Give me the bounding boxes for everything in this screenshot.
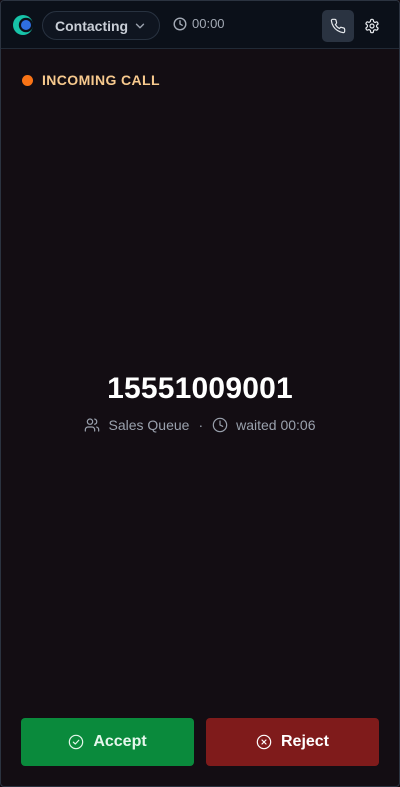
reject-button[interactable]: Reject <box>206 718 379 766</box>
phone-button[interactable] <box>322 10 354 42</box>
app-logo-icon <box>13 15 34 35</box>
call-meta: Sales Queue · waited 00:06 <box>1 417 399 433</box>
gear-icon <box>365 18 379 34</box>
accept-button[interactable]: Accept <box>21 718 194 766</box>
waited-time: waited 00:06 <box>236 417 316 433</box>
status-timer: 00:00 <box>173 16 225 31</box>
queue-name: Sales Queue <box>108 417 190 433</box>
x-circle-icon <box>256 734 272 750</box>
call-state-label: INCOMING CALL <box>42 72 160 88</box>
call-state-indicator: INCOMING CALL <box>22 72 160 88</box>
phone-icon <box>330 18 346 34</box>
clock-icon <box>212 417 228 433</box>
agent-status-label: Contacting <box>55 17 129 34</box>
softphone-window: Contacting 00:00 INCOMING CALL 155510090… <box>0 0 400 787</box>
top-bar: Contacting 00:00 <box>1 1 399 49</box>
caller-number: 15551009001 <box>107 372 293 405</box>
check-circle-icon <box>69 734 84 750</box>
chevron-down-icon <box>135 23 145 29</box>
call-state-dot <box>22 74 33 86</box>
reject-label: Reject <box>280 733 330 750</box>
clock-icon <box>173 16 187 31</box>
timer-value: 00:00 <box>192 16 225 31</box>
agent-status-dropdown[interactable]: Contacting <box>42 11 160 40</box>
accept-label: Accept <box>93 733 147 750</box>
settings-button[interactable] <box>359 13 385 39</box>
users-icon <box>85 418 100 432</box>
meta-separator: · <box>198 417 204 433</box>
